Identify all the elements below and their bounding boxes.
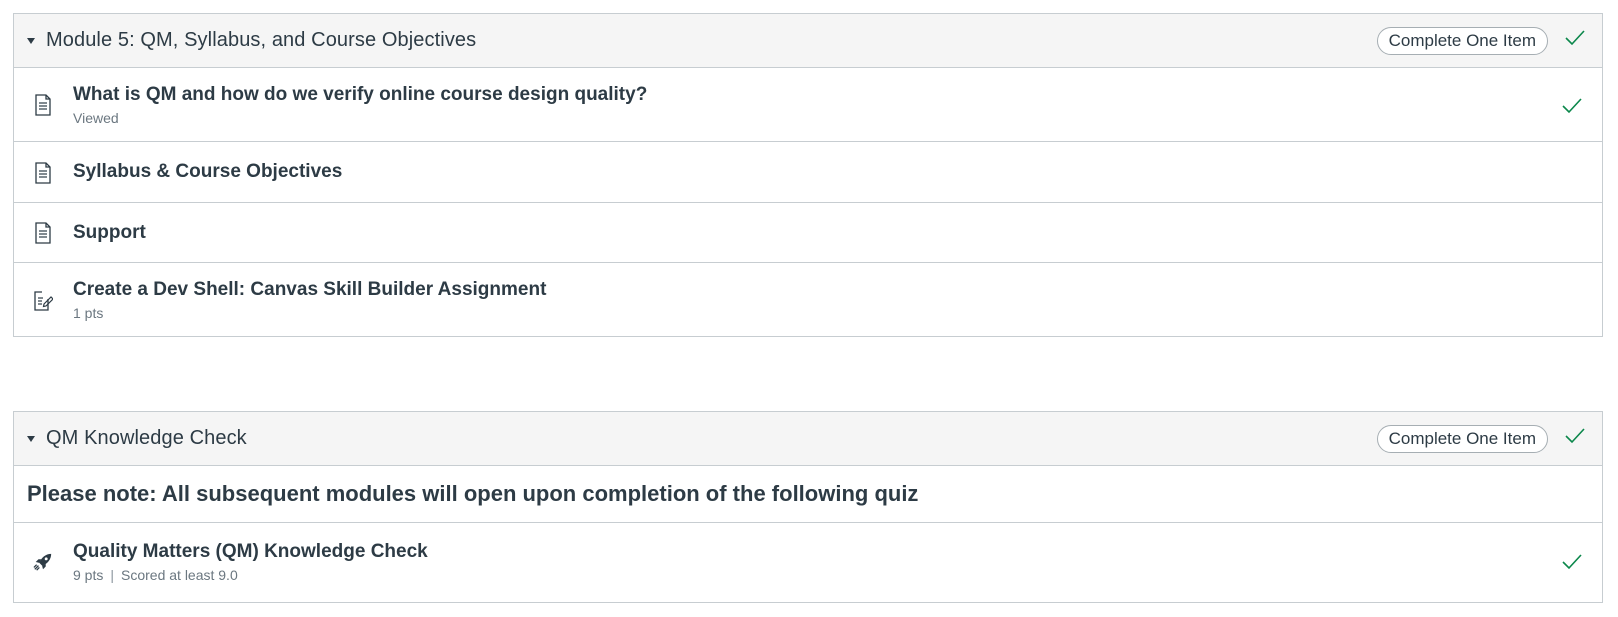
checkmark-icon [1565, 428, 1585, 444]
item-points: 1 pts [73, 304, 104, 321]
checkmark-icon [1562, 98, 1582, 114]
page-icon [35, 162, 51, 184]
item-title-link[interactable]: What is QM and how do we verify online c… [73, 83, 647, 107]
page-icon [35, 94, 51, 116]
page-icon [35, 222, 51, 244]
meta-separator: | [110, 567, 114, 583]
module-qm-knowledge-check: QM Knowledge Check Complete One Item Ple… [13, 411, 1603, 603]
collapse-caret-icon[interactable] [27, 435, 35, 442]
module-5: Module 5: QM, Syllabus, and Course Objec… [13, 13, 1603, 337]
collapse-caret-icon[interactable] [27, 37, 35, 44]
module-item[interactable]: What is QM and how do we verify online c… [14, 68, 1602, 142]
assignment-icon [34, 291, 53, 311]
subheader-text: Please note: All subsequent modules will… [27, 481, 919, 506]
item-title-link[interactable]: Syllabus & Course Objectives [73, 160, 342, 184]
item-points: 9 pts [73, 567, 104, 583]
item-body: Support [73, 221, 146, 245]
module-item[interactable]: Create a Dev Shell: Canvas Skill Builder… [14, 263, 1602, 336]
item-requirement-status: Scored at least 9.0 [121, 567, 238, 583]
checkmark-icon [1565, 30, 1585, 46]
item-meta: 9 pts | Scored at least 9.0 [73, 566, 428, 584]
module-item[interactable]: Syllabus & Course Objectives [14, 142, 1602, 203]
item-title-link[interactable]: Quality Matters (QM) Knowledge Check [73, 540, 428, 564]
requirement-badge: Complete One Item [1376, 27, 1548, 55]
quiz-rocket-icon [33, 553, 52, 571]
item-title-link[interactable]: Create a Dev Shell: Canvas Skill Builder… [73, 278, 546, 302]
module-header[interactable]: QM Knowledge Check Complete One Item [14, 412, 1602, 466]
text-header: Please note: All subsequent modules will… [14, 466, 1602, 523]
module-item[interactable]: Support [14, 203, 1602, 263]
module-header[interactable]: Module 5: QM, Syllabus, and Course Objec… [14, 14, 1602, 68]
item-body: Create a Dev Shell: Canvas Skill Builder… [73, 278, 546, 322]
module-title[interactable]: Module 5: QM, Syllabus, and Course Objec… [46, 29, 476, 52]
module-item[interactable]: Quality Matters (QM) Knowledge Check 9 p… [14, 523, 1602, 601]
module-title[interactable]: QM Knowledge Check [46, 427, 247, 450]
item-status: Viewed [73, 109, 119, 126]
item-body: Syllabus & Course Objectives [73, 160, 342, 184]
requirement-badge: Complete One Item [1376, 425, 1548, 453]
item-title-link[interactable]: Support [73, 221, 146, 245]
modules-page: Module 5: QM, Syllabus, and Course Objec… [0, 0, 1618, 617]
item-body: What is QM and how do we verify online c… [73, 83, 647, 127]
item-body: Quality Matters (QM) Knowledge Check 9 p… [73, 540, 428, 584]
checkmark-icon [1562, 554, 1582, 570]
